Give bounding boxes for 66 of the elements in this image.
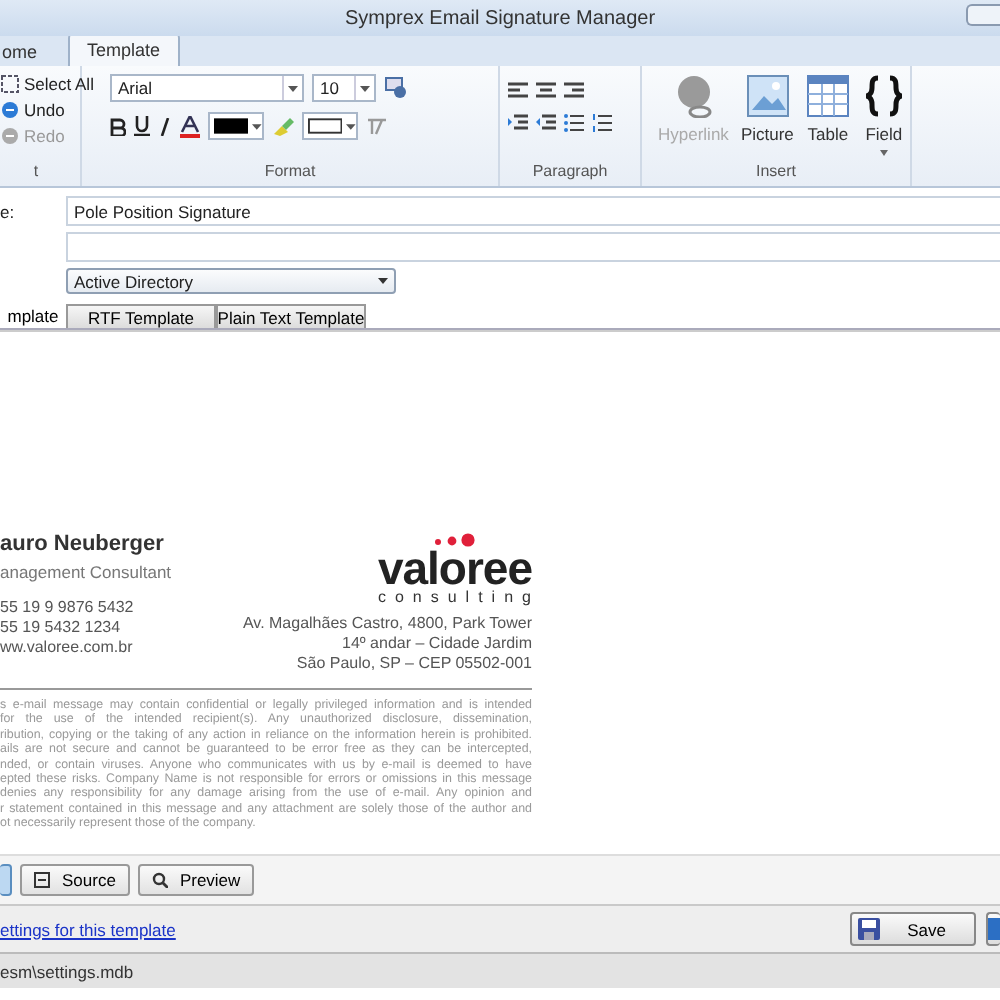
logo-dots-icon xyxy=(430,532,479,548)
align-center-icon[interactable] xyxy=(536,82,556,100)
color-picker[interactable] xyxy=(208,112,264,140)
settings-link[interactable]: ettings for this template xyxy=(0,919,176,939)
group-label: Insert xyxy=(753,162,798,184)
search-icon xyxy=(151,872,168,888)
border-icon xyxy=(308,118,343,134)
italic-icon[interactable] xyxy=(158,117,172,135)
minus-box-icon xyxy=(34,872,50,888)
input-field[interactable] xyxy=(66,232,1000,262)
color-swatch-icon xyxy=(214,118,249,134)
insert-button[interactable]: Picture xyxy=(740,74,794,162)
job-title: anagement Consultant xyxy=(0,562,172,582)
status-text: esm\settings.mdb xyxy=(0,961,134,981)
table-icon xyxy=(805,74,850,118)
contact-line: 55 19 9 9876 5432 xyxy=(0,598,136,616)
bold-icon[interactable] xyxy=(110,117,126,135)
caret-icon xyxy=(879,150,888,156)
outdent-icon[interactable] xyxy=(536,114,556,132)
person-name: auro Neuberger xyxy=(0,532,166,556)
numbered-list-icon[interactable] xyxy=(592,114,612,132)
name-field[interactable]: Pole Position Signature xyxy=(66,196,1000,226)
logo-tagline: consulting xyxy=(377,588,540,606)
editor-tab[interactable]: RTF Template xyxy=(66,304,216,328)
caret-icon xyxy=(346,123,356,129)
caret-icon xyxy=(252,123,262,129)
caret-icon xyxy=(288,85,298,91)
bullet-list-icon[interactable] xyxy=(564,114,584,132)
window-title: Symprex Email Signature Manager xyxy=(344,7,656,29)
logo-wordmark: valoree xyxy=(377,548,532,588)
view-button[interactable]: Preview xyxy=(137,864,255,896)
size-dropdown[interactable]: 10 xyxy=(312,74,376,102)
caret-icon xyxy=(378,278,388,284)
align-left-icon[interactable] xyxy=(508,82,528,100)
address-line: 14º andar – Cidade Jardim xyxy=(342,634,532,652)
save-button[interactable]: Save xyxy=(849,912,976,946)
editor-tab[interactable]: Plain Text Template xyxy=(216,304,366,328)
braces-icon xyxy=(861,74,906,118)
action-button[interactable] xyxy=(986,912,1000,946)
minimize-button[interactable] xyxy=(966,4,1000,26)
picture-icon xyxy=(745,74,790,118)
group-label: t xyxy=(31,162,41,184)
edit-button[interactable]: Select All xyxy=(0,74,94,94)
ribbon-tab[interactable]: ome xyxy=(0,36,56,66)
insert-button[interactable]: Table xyxy=(805,74,850,162)
contact-line: ww.valoree.com.br xyxy=(0,638,135,656)
caret-icon xyxy=(360,85,370,91)
insert-button[interactable]: Field xyxy=(861,74,906,162)
border-picker[interactable] xyxy=(302,112,358,140)
align-right-icon[interactable] xyxy=(564,82,584,100)
field-label: e: xyxy=(0,201,17,221)
source-dropdown[interactable]: Active Directory xyxy=(66,268,396,294)
select-all-icon xyxy=(0,74,20,94)
square-icon xyxy=(988,918,1000,940)
underline-icon[interactable] xyxy=(134,116,150,136)
group-label: Format xyxy=(262,162,318,184)
view-button[interactable]: Source xyxy=(20,864,130,896)
font-color-icon[interactable] xyxy=(180,115,200,137)
group-label: Paragraph xyxy=(530,162,610,184)
edit-button[interactable]: Undo xyxy=(0,100,94,120)
address-line: São Paulo, SP – CEP 05502-001 xyxy=(296,654,532,672)
contact-line: 55 19 5432 1234 xyxy=(0,618,123,636)
indent-icon[interactable] xyxy=(508,114,528,132)
clear-format-icon[interactable] xyxy=(366,116,388,136)
font-dropdown[interactable]: Arial xyxy=(110,74,304,102)
address-line: Av. Magalhães Castro, 4800, Park Tower xyxy=(242,614,532,632)
